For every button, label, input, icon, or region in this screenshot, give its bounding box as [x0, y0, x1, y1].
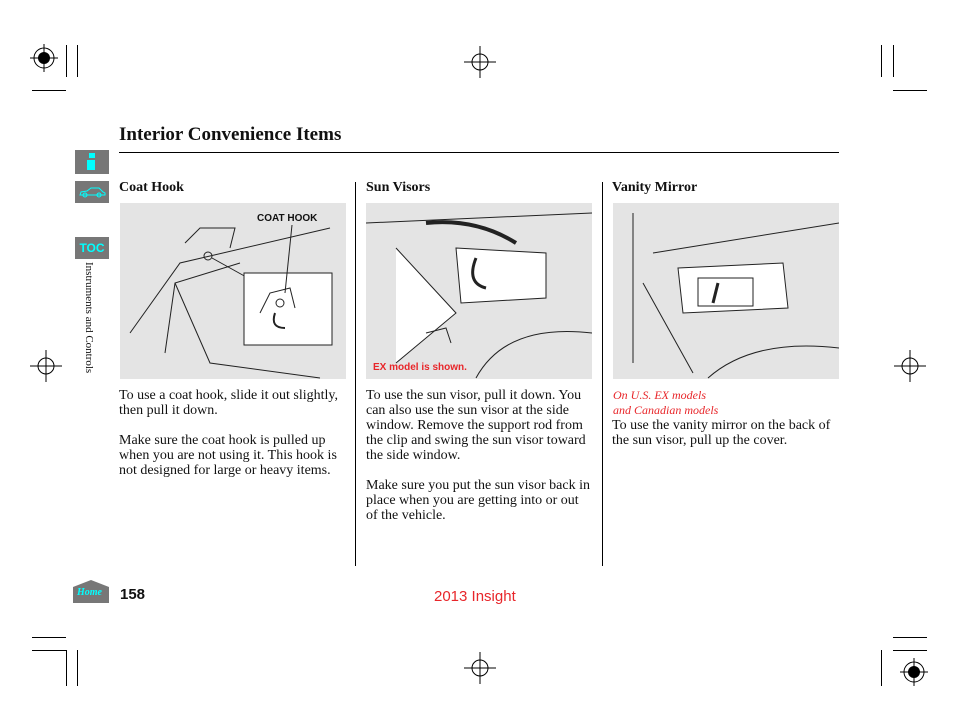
info-button[interactable]	[75, 150, 109, 174]
page-title: Interior Convenience Items	[119, 124, 342, 145]
index-button[interactable]	[75, 181, 109, 203]
car-icon	[79, 187, 106, 198]
manual-page: { "header":{"title":"Interior Convenienc…	[0, 0, 954, 710]
crop-mark	[77, 45, 78, 77]
model-note: On U.S. EX models and Canadian models	[613, 388, 718, 418]
crop-mark	[893, 45, 894, 77]
coat-hook-illustration: COAT HOOK	[120, 203, 346, 379]
sun-visor-text: To use the sun visor, pull it down. You …	[366, 388, 591, 538]
paragraph: To use the sun visor, pull it down. You …	[366, 388, 586, 463]
home-button[interactable]: Home	[73, 580, 109, 603]
crop-mark	[77, 650, 78, 686]
heading-sun-visors: Sun Visors	[366, 180, 431, 195]
paragraph: To use a coat hook, slide it out slightl…	[119, 388, 338, 418]
coat-hook-text: To use a coat hook, slide it out slightl…	[119, 388, 344, 493]
crop-mark	[893, 650, 927, 651]
registration-mark-icon	[30, 44, 58, 72]
crop-mark	[893, 90, 927, 91]
note-line: and Canadian models	[613, 403, 719, 417]
crop-mark	[881, 650, 882, 686]
vanity-mirror-text: To use the vanity mirror on the back of …	[612, 418, 837, 463]
info-icon	[87, 153, 95, 170]
section-label: Instruments and Controls	[83, 262, 95, 374]
column-divider	[355, 182, 356, 566]
coat-hook-drawing	[129, 224, 333, 379]
note-line: On U.S. EX models	[613, 388, 706, 402]
figure-label: COAT HOOK	[257, 213, 318, 224]
model-name: 2013 Insight	[434, 588, 516, 605]
page-number: 158	[120, 586, 146, 603]
toc-button[interactable]: TOC	[75, 237, 109, 259]
home-label: Home	[77, 587, 102, 598]
paragraph: Make sure the coat hook is pulled up whe…	[119, 433, 337, 478]
crop-mark	[66, 650, 67, 686]
crosshair-icon	[464, 652, 496, 684]
crop-mark	[893, 637, 927, 638]
sun-visor-drawing	[365, 212, 593, 379]
crop-mark	[66, 45, 67, 77]
vanity-mirror-illustration	[613, 203, 840, 379]
vanity-mirror-drawing	[632, 213, 840, 379]
crosshair-icon	[894, 350, 926, 382]
crop-mark	[32, 650, 66, 651]
sun-visor-illustration: EX model is shown.	[365, 203, 593, 379]
paragraph: Make sure you put the sun visor back in …	[366, 478, 590, 523]
crosshair-icon	[30, 350, 62, 382]
heading-vanity-mirror: Vanity Mirror	[612, 180, 698, 195]
figure-caption: EX model is shown.	[373, 362, 467, 373]
crosshair-icon	[464, 46, 496, 78]
paragraph: To use the vanity mirror on the back of …	[612, 418, 831, 448]
registration-mark-icon	[900, 658, 928, 686]
crop-mark	[881, 45, 882, 77]
heading-coat-hook: Coat Hook	[119, 180, 184, 195]
crop-mark	[32, 637, 66, 638]
column-divider	[602, 182, 603, 566]
crop-mark	[32, 90, 66, 91]
title-rule	[119, 152, 839, 153]
